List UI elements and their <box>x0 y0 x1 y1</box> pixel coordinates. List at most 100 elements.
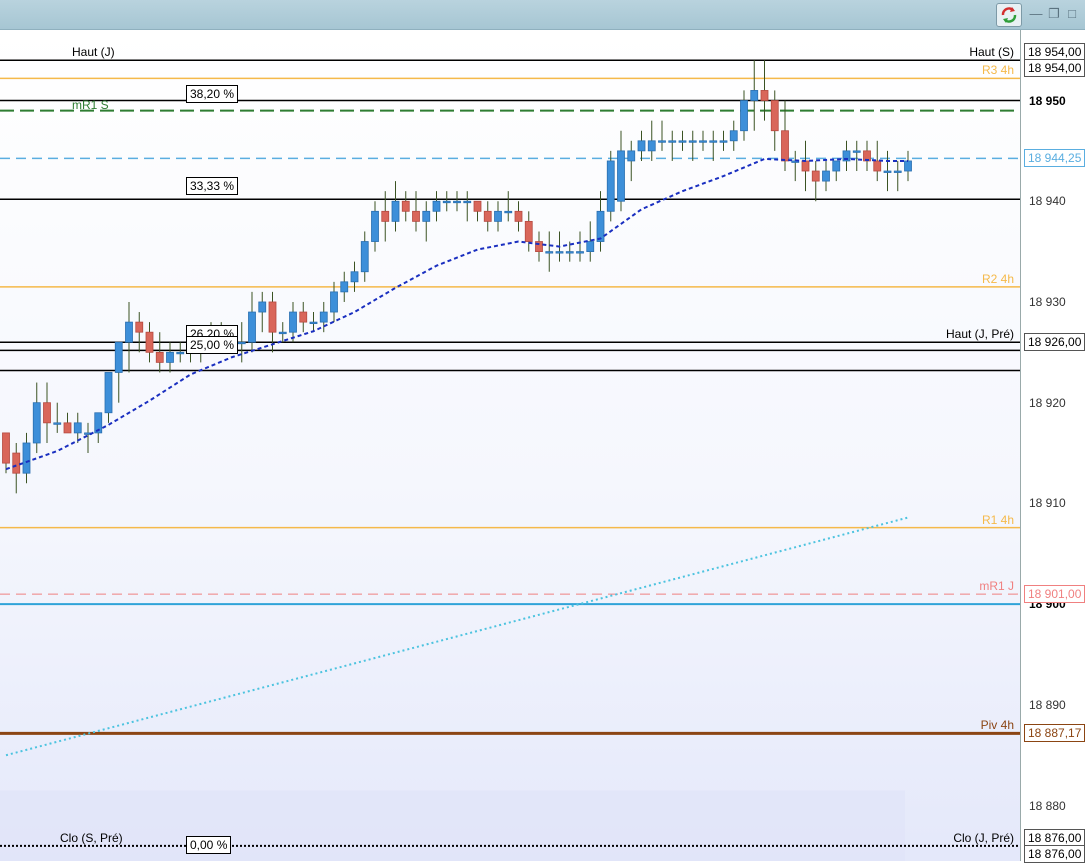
candle-body <box>729 130 738 142</box>
candle-body <box>504 210 513 214</box>
candle-body <box>12 452 21 474</box>
fib-label: 0,00 % <box>186 835 232 854</box>
candle-body <box>258 301 267 313</box>
candle-body <box>883 170 892 173</box>
lower-band <box>0 790 905 861</box>
candle-body <box>627 150 636 162</box>
candle-body <box>176 351 185 355</box>
candle-body <box>145 331 154 353</box>
candle-body <box>73 422 82 434</box>
candle-body <box>822 170 830 182</box>
candle-body <box>278 331 287 335</box>
candle-body <box>494 210 502 222</box>
candle-body <box>709 140 718 143</box>
candle-body <box>904 160 912 172</box>
candle-body <box>453 200 461 204</box>
candle-body <box>299 311 308 323</box>
level-label: Clo (S, Pré) <box>60 830 123 845</box>
candle-body <box>719 140 728 143</box>
minimize-icon[interactable]: — <box>1028 6 1044 22</box>
candle-body <box>524 220 533 242</box>
moving-average-long <box>5 516 909 757</box>
candle-body <box>801 160 810 172</box>
fib-label: 33,33 % <box>186 177 239 196</box>
candle-body <box>463 200 472 204</box>
candle-body <box>360 241 369 273</box>
level-label: mR1 S <box>72 97 109 112</box>
candle-body <box>750 90 759 101</box>
candle-body <box>893 170 902 173</box>
candle-body <box>2 432 10 464</box>
candle-body <box>668 140 677 143</box>
axis-tick-label: 18 950 <box>1029 93 1066 108</box>
refresh-icon[interactable] <box>996 3 1022 27</box>
candle-body <box>781 130 789 162</box>
candle-body <box>104 372 113 414</box>
price-axis: 18 950 18 940 18 930 18 920 18 910 18 900 18 8… <box>1020 30 1085 863</box>
level-label: Clo (J, Pré) <box>953 830 1014 845</box>
candle-body <box>617 150 625 202</box>
level-label: Haut (S) <box>969 45 1014 60</box>
candle-body <box>811 170 820 182</box>
candle-body <box>606 160 615 212</box>
candle-body <box>647 140 656 152</box>
candle-body <box>832 160 841 172</box>
candle-body <box>545 251 554 254</box>
price-box: 18 954,00 <box>1024 59 1085 78</box>
candle-body <box>688 140 697 143</box>
candle-body <box>637 140 646 152</box>
fib-label: 38,20 % <box>186 85 239 104</box>
price-chart <box>0 59 1020 861</box>
candle-body <box>32 402 41 444</box>
candle-body <box>412 210 420 222</box>
candle-body <box>760 90 769 101</box>
axis-tick-label: 18 890 <box>1029 697 1066 712</box>
price-box: 18 901,00 <box>1024 585 1085 604</box>
candle-body <box>473 200 482 212</box>
fib-label: 25,00 % <box>186 336 239 355</box>
candle-body <box>289 311 297 333</box>
axis-tick-label: 18 920 <box>1029 395 1066 410</box>
candle-body <box>63 422 72 434</box>
candle-body <box>852 150 861 153</box>
candle-body <box>483 210 492 222</box>
candle-body <box>699 140 707 143</box>
candle-body <box>586 241 595 252</box>
candle-body <box>350 271 359 283</box>
candle-body <box>135 321 144 333</box>
candle-body <box>401 200 410 212</box>
candle-body <box>43 402 51 424</box>
candle-body <box>53 422 62 425</box>
window-titlebar: — ❐ □ <box>0 0 1085 30</box>
candle-body <box>432 200 441 212</box>
level-label: Haut (J) <box>72 45 115 60</box>
candle-body <box>155 351 164 363</box>
price-box: 18 944,25 <box>1024 149 1085 168</box>
price-box: 18 926,00 <box>1024 333 1085 352</box>
candle-body <box>422 210 431 222</box>
candle-body <box>596 210 605 242</box>
level-label: R1 4h <box>981 512 1014 527</box>
candle-body <box>330 291 338 313</box>
restore-icon[interactable]: ❐ <box>1046 6 1062 22</box>
candle-body <box>391 200 400 222</box>
candle-body <box>309 321 318 325</box>
candle-body <box>565 251 574 254</box>
candle-body <box>514 210 523 222</box>
level-label: mR1 J <box>979 579 1014 594</box>
axis-tick-label: 18 880 <box>1029 798 1066 813</box>
candle-body <box>576 251 584 254</box>
level-label: R3 4h <box>981 63 1014 78</box>
candle-body <box>125 321 133 343</box>
candle-body <box>381 210 390 222</box>
candle-body <box>740 100 748 132</box>
candle-body <box>658 140 666 143</box>
chart-plot-area[interactable]: Haut (J) Haut (S) R3 4h mR1 S R2 4h Haut (J, … <box>0 30 1020 861</box>
candle-body <box>371 210 379 242</box>
candle-body <box>166 351 174 363</box>
maximize-icon[interactable]: □ <box>1064 6 1080 22</box>
axis-tick-label: 18 930 <box>1029 294 1066 309</box>
candle-body <box>237 341 246 345</box>
candle-body <box>319 311 328 323</box>
candle-body <box>114 341 123 373</box>
